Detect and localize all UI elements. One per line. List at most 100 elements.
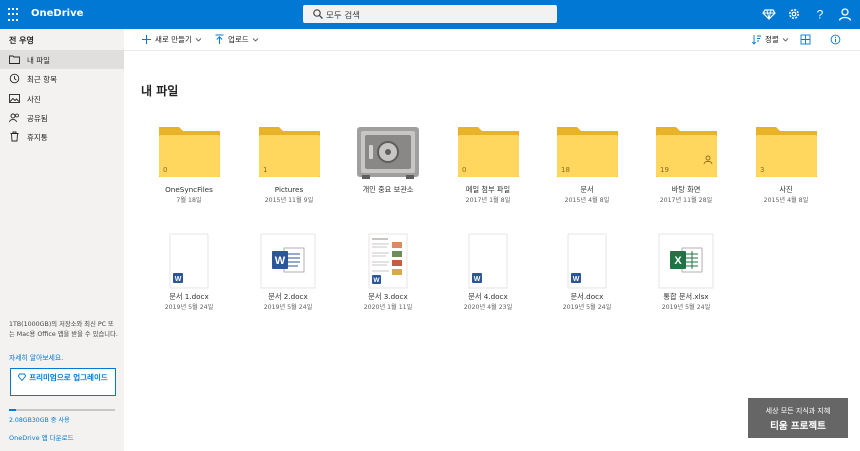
premium-diamond-icon[interactable]: [762, 7, 776, 21]
file-date: 2020년 4월 23일: [463, 304, 513, 311]
user-name: 전 우영: [9, 36, 34, 45]
folder-item-count: 0: [163, 166, 168, 174]
file-date: 2019년 5월 24일: [263, 304, 313, 311]
folder-tile-desktop[interactable]: 19 바탕 화면 2017년 11월 28일: [638, 125, 734, 215]
share-icon: [9, 113, 19, 123]
download-app-link[interactable]: OneDrive 앱 다운로드: [9, 432, 74, 442]
account-avatar-icon[interactable]: [838, 7, 852, 21]
svg-text:W: W: [573, 276, 580, 283]
sidebar-item-recent[interactable]: 최근 항목: [0, 69, 124, 88]
folder-date: 2015년 4월 8일: [564, 197, 610, 204]
file-tile-doc3[interactable]: W 문서 3.docx 2020년 1월 11일: [340, 232, 436, 322]
sidebar-item-label: 사진: [27, 95, 41, 104]
word-document-icon: W: [468, 233, 508, 289]
sort-button[interactable]: 정렬: [751, 34, 789, 45]
sidebar-item-recycle-bin[interactable]: 휴지통: [0, 127, 124, 146]
page-title: 내 파일: [141, 84, 179, 98]
view-options-button[interactable]: [800, 34, 814, 45]
grid-view-icon: [800, 34, 811, 45]
details-pane-button[interactable]: [830, 34, 844, 45]
sidebar-item-my-files[interactable]: 내 파일: [0, 50, 124, 69]
upload-label: 업로드: [228, 35, 249, 44]
sidebar-item-photos[interactable]: 사진: [0, 89, 124, 108]
folder-tile-mail-attachments[interactable]: 0 메일 첨부 파일 2017년 1월 8일: [440, 125, 536, 215]
upload-icon: [215, 34, 224, 44]
sidebar-item-label: 최근 항목: [27, 75, 57, 84]
folder-tile-pictures[interactable]: 1 Pictures 2015년 11월 9일: [241, 125, 337, 215]
learn-more-link[interactable]: 자세히 알아보세요.: [9, 352, 63, 362]
sidebar-item-label: 공유됨: [27, 114, 48, 123]
watermark-line1: 세상 모든 지식과 지혜: [765, 407, 831, 415]
search-placeholder: 모두 검색: [326, 11, 360, 21]
storage-quota-bar: [9, 409, 115, 411]
app-brand[interactable]: OneDrive: [31, 8, 83, 19]
file-name: 문서 4.docx: [468, 292, 508, 301]
vault-name: 개인 중요 보관소: [362, 185, 414, 194]
file-name: 통합 문서.xlsx: [663, 292, 709, 301]
folder-tile-documents[interactable]: 18 문서 2015년 4월 8일: [539, 125, 635, 215]
folder-name: 바탕 화면: [671, 185, 701, 194]
upgrade-label: 프리미엄으로 업그레이드: [29, 373, 108, 382]
file-date: 2020년 1월 11일: [363, 304, 413, 311]
sidebar-item-label: 내 파일: [27, 56, 51, 65]
command-bar: 새로 만들기 업로드 정렬: [124, 29, 860, 51]
sort-icon: [751, 35, 761, 45]
top-bar: OneDrive 모두 검색 ?: [0, 0, 860, 29]
photo-icon: [9, 94, 20, 103]
vault-safe-icon: [357, 127, 419, 179]
settings-gear-icon[interactable]: [787, 7, 801, 21]
storage-quota-text[interactable]: 2.08GB30GB 중 사용: [9, 415, 70, 424]
upload-button[interactable]: 업로드: [214, 34, 259, 45]
folder-name: OneSyncFiles: [165, 185, 213, 194]
word-document-preview-icon: W: [368, 233, 408, 289]
folder-icon: [259, 127, 320, 177]
folder-item-count: 18: [561, 166, 570, 174]
sort-label: 정렬: [765, 35, 779, 44]
file-date: 2019년 5월 24일: [164, 304, 214, 311]
help-icon[interactable]: ?: [813, 7, 827, 22]
folder-tile-photos[interactable]: 3 사진 2015년 4월 8일: [738, 125, 834, 215]
file-tile-workbook[interactable]: X 통합 문서.xlsx 2019년 5월 24일: [638, 232, 734, 322]
file-name: 문서 3.docx: [368, 292, 408, 301]
file-tile-doc2[interactable]: W 문서 2.docx 2019년 5월 24일: [240, 232, 336, 322]
excel-workbook-icon: X: [658, 233, 714, 289]
word-document-icon: W: [169, 233, 209, 289]
watermark-line2: 티움 프로젝트: [770, 421, 826, 432]
diamond-icon: [18, 373, 27, 381]
new-button[interactable]: 새로 만들기: [141, 34, 202, 45]
info-icon: [830, 34, 841, 45]
folder-tile-onesyncfiles[interactable]: 0 OneSyncFiles 7월 18일: [141, 125, 237, 215]
upgrade-premium-button[interactable]: 프리미엄으로 업그레이드: [10, 368, 116, 396]
folder-icon: [756, 127, 817, 177]
app-launcher-icon[interactable]: [8, 8, 22, 22]
svg-text:W: W: [275, 255, 286, 267]
svg-text:?: ?: [817, 8, 824, 22]
search-icon: [313, 9, 323, 19]
folder-name: 사진: [779, 185, 793, 194]
folder-name: 문서: [580, 185, 594, 194]
search-input[interactable]: 모두 검색: [303, 5, 557, 23]
folder-date: 2017년 1월 8일: [465, 197, 511, 204]
folder-name: 메일 첨부 파일: [465, 185, 511, 194]
storage-quota-fill: [9, 409, 17, 411]
sidebar: 전 우영 내 파일 최근 항목 사진 공유됨 휴지통 1TB(1000GB)의 …: [0, 29, 124, 451]
sidebar-item-shared[interactable]: 공유됨: [0, 108, 124, 127]
file-tile-doc1[interactable]: W 문서 1.docx 2019년 5월 24일: [141, 232, 237, 322]
folder-icon: [9, 55, 20, 64]
svg-text:W: W: [175, 276, 182, 283]
history-icon: [9, 73, 20, 84]
new-label: 새로 만들기: [155, 35, 192, 44]
file-name: 문서 1.docx: [169, 292, 209, 301]
plus-icon: [142, 35, 151, 44]
word-document-icon: W: [260, 233, 316, 289]
folder-item-count: 19: [660, 166, 669, 174]
file-tile-doc[interactable]: W 문서.docx 2019년 5월 24일: [539, 232, 635, 322]
trash-icon: [10, 131, 19, 142]
sidebar-item-label: 휴지통: [27, 133, 48, 142]
svg-text:X: X: [674, 255, 682, 267]
folder-item-count: 0: [462, 166, 467, 174]
personal-vault-tile[interactable]: 개인 중요 보관소: [340, 125, 436, 215]
word-document-icon: W: [567, 233, 607, 289]
storage-promo-text: 1TB(1000GB)의 저장소와 최신 PC 또는 Mac용 Office 앱…: [9, 321, 118, 338]
file-tile-doc4[interactable]: W 문서 4.docx 2020년 4월 23일: [440, 232, 536, 322]
